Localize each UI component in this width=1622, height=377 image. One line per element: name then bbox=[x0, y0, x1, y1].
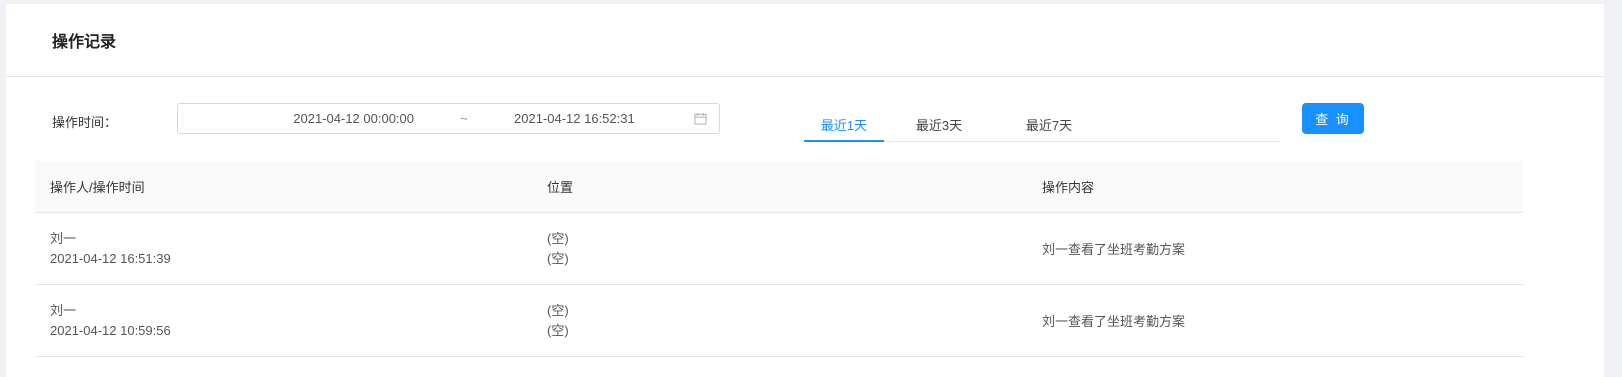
location-line: (空) bbox=[547, 250, 569, 266]
table-header: 操作人/操作时间 位置 操作内容 bbox=[35, 161, 1523, 213]
quick-range-tabs: 最近1天 最近3天 最近7天 bbox=[804, 103, 1280, 142]
time-filter-label: 操作时间： bbox=[52, 115, 118, 130]
calendar-icon[interactable] bbox=[694, 112, 707, 125]
location-line: (空) bbox=[547, 322, 569, 338]
range-end-input[interactable]: 2021-04-12 16:52:31 bbox=[514, 111, 669, 126]
operator-cell: 刘一 2021-04-12 16:51:39 bbox=[35, 229, 532, 269]
operator-name: 刘一 bbox=[50, 302, 77, 318]
card-header: 操作记录 bbox=[6, 4, 1604, 77]
operation-time: 2021-04-12 16:51:39 bbox=[50, 250, 171, 266]
column-header-content: 操作内容 bbox=[1042, 180, 1095, 195]
column-header-location: 位置 bbox=[547, 180, 574, 195]
date-range-picker[interactable]: 2021-04-12 00:00:00 ~ 2021-04-12 16:52:3… bbox=[177, 103, 720, 134]
tab-last-1-day[interactable]: 最近1天 bbox=[804, 103, 884, 142]
operator-cell: 刘一 2021-04-12 10:59:56 bbox=[35, 301, 532, 341]
location-cell: (空) (空) bbox=[532, 301, 1027, 341]
table-row: 刘一 2021-04-12 10:59:56 (空) (空) 刘一查看了坐班考勤… bbox=[35, 285, 1523, 357]
content-cell: 刘一查看了坐班考勤方案 bbox=[1042, 314, 1186, 329]
range-separator: ~ bbox=[460, 111, 468, 126]
operation-time: 2021-04-12 10:59:56 bbox=[50, 322, 171, 338]
content-cell: 刘一查看了坐班考勤方案 bbox=[1042, 242, 1186, 257]
page-gutter bbox=[1604, 0, 1622, 377]
query-button[interactable]: 查 询 bbox=[1302, 103, 1364, 134]
column-header-operator-time: 操作人/操作时间 bbox=[50, 180, 145, 195]
location-cell: (空) (空) bbox=[532, 229, 1027, 269]
location-line: (空) bbox=[547, 230, 569, 246]
operation-log-card: 操作记录 操作时间： 2021-04-12 00:00:00 ~ 2021-04… bbox=[6, 4, 1604, 377]
page-title: 操作记录 bbox=[52, 34, 117, 51]
tab-last-3-days[interactable]: 最近3天 bbox=[884, 103, 994, 141]
range-start-input[interactable]: 2021-04-12 00:00:00 bbox=[178, 111, 414, 126]
tab-last-7-days[interactable]: 最近7天 bbox=[994, 103, 1104, 141]
location-line: (空) bbox=[547, 302, 569, 318]
table-row: 刘一 2021-04-12 16:51:39 (空) (空) 刘一查看了坐班考勤… bbox=[35, 213, 1523, 285]
operation-log-table: 操作人/操作时间 位置 操作内容 刘一 2021-04-12 16:51:39 … bbox=[35, 161, 1523, 357]
operator-name: 刘一 bbox=[50, 230, 77, 246]
